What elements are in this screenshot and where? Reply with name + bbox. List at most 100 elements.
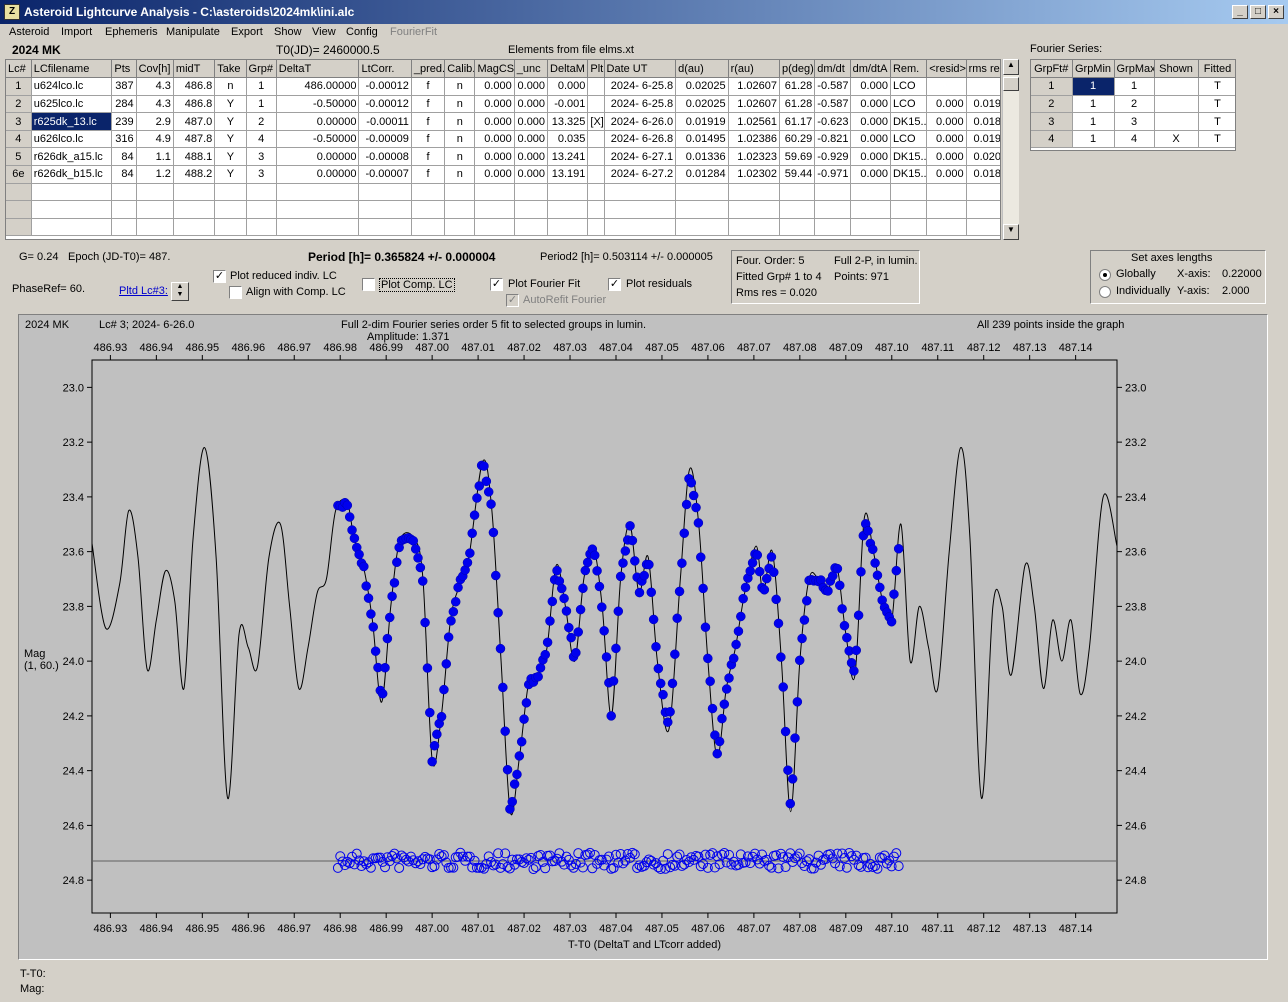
globally-radio[interactable] (1099, 269, 1111, 281)
table-cell[interactable] (779, 183, 816, 202)
table-cell[interactable]: 61.28 (779, 77, 816, 96)
minimize-icon[interactable]: _ (1232, 5, 1248, 19)
table-cell[interactable]: 0.00000 (276, 147, 360, 167)
table-cell[interactable] (358, 218, 412, 237)
table-cell[interactable] (926, 183, 967, 202)
table-row[interactable]: 313 T (1031, 112, 1235, 131)
table-cell[interactable] (587, 95, 605, 114)
table-cell[interactable] (173, 218, 216, 237)
table-cell[interactable] (246, 218, 277, 237)
table-cell[interactable]: 4 (1114, 130, 1155, 149)
lc-col-header[interactable]: midT (173, 60, 216, 79)
table-cell[interactable]: LCO (890, 130, 928, 149)
table-cell[interactable] (587, 165, 605, 184)
table-row[interactable]: 414XT (1031, 130, 1235, 149)
table-cell[interactable]: 0.000 (850, 77, 891, 96)
table-cell[interactable] (779, 218, 816, 237)
table-cell[interactable]: Y (214, 112, 247, 131)
table-cell[interactable]: LCO (890, 77, 928, 96)
row-header[interactable]: 3 (1031, 112, 1073, 131)
table-cell[interactable] (474, 183, 515, 202)
table-cell[interactable] (604, 218, 677, 237)
table-cell[interactable]: 1 (1072, 77, 1115, 96)
table-cell[interactable] (276, 200, 360, 219)
table-cell[interactable] (214, 200, 247, 219)
empty-row[interactable] (6, 183, 1000, 202)
table-cell[interactable]: 1 (246, 77, 277, 96)
table-cell[interactable]: r626dk_b15.lc (31, 165, 113, 184)
row-header[interactable]: 3 (6, 112, 32, 131)
table-cell[interactable]: 61.28 (779, 95, 816, 114)
table-cell[interactable]: n (444, 77, 476, 96)
table-cell[interactable]: 0.00000 (276, 112, 360, 131)
table-cell[interactable]: 0.000 (850, 165, 891, 184)
table-cell[interactable]: -0.001 (547, 95, 589, 114)
table-cell[interactable]: 4.3 (136, 77, 174, 96)
lc-col-header[interactable]: Lc# (6, 60, 32, 79)
menu-export[interactable]: Export (231, 26, 263, 38)
table-cell[interactable]: DK15.. (890, 112, 928, 131)
table-cell[interactable]: 0.000 (850, 112, 891, 131)
lc-col-header[interactable]: <resid> (926, 60, 967, 79)
table-cell[interactable]: 0.000 (474, 147, 515, 167)
table-cell[interactable]: 0.000 (850, 130, 891, 149)
table-cell[interactable] (890, 183, 928, 202)
lc-col-header[interactable]: d(au) (675, 60, 729, 79)
table-cell[interactable]: -0.821 (814, 130, 851, 149)
table-cell[interactable]: -0.00008 (358, 147, 412, 167)
table-cell[interactable]: 1 (1072, 130, 1115, 149)
table-cell[interactable]: T (1198, 130, 1235, 149)
maximize-icon[interactable]: □ (1250, 5, 1266, 19)
table-cell[interactable] (136, 183, 174, 202)
table-cell[interactable]: 2 (246, 112, 277, 131)
table-cell[interactable]: T (1198, 95, 1235, 114)
close-icon[interactable]: × (1268, 5, 1284, 19)
table-cell[interactable]: 0.000 (850, 95, 891, 114)
table-cell[interactable] (276, 218, 360, 237)
table-cell[interactable] (814, 200, 851, 219)
menu-view[interactable]: View (312, 26, 336, 38)
table-cell[interactable] (728, 218, 781, 237)
table-cell[interactable]: u624lco.lc (31, 77, 113, 96)
table-cell[interactable] (675, 183, 729, 202)
table-cell[interactable]: f (411, 165, 446, 184)
lc-col-header[interactable]: _pred. (411, 60, 446, 79)
table-cell[interactable] (514, 183, 549, 202)
table-cell[interactable]: 486.00000 (276, 77, 360, 96)
table-cell[interactable]: 0.000 (474, 112, 515, 131)
table-cell[interactable]: f (411, 95, 446, 114)
menu-config[interactable]: Config (346, 26, 378, 38)
table-cell[interactable]: 1.02302 (728, 165, 781, 184)
table-cell[interactable] (779, 200, 816, 219)
table-cell[interactable]: f (411, 77, 446, 96)
table-cell[interactable] (444, 200, 476, 219)
table-cell[interactable]: 13.241 (547, 147, 589, 167)
table-cell[interactable]: 0.000 (514, 77, 549, 96)
table-cell[interactable]: DK15.. (890, 165, 928, 184)
lc-col-header[interactable]: DeltaM (547, 60, 589, 79)
table-cell[interactable] (136, 200, 174, 219)
table-cell[interactable]: 2024- 6-25.8 (604, 95, 677, 114)
table-cell[interactable]: 2024- 6-25.8 (604, 77, 677, 96)
table-cell[interactable] (547, 200, 589, 219)
table-cell[interactable]: n (444, 130, 476, 149)
table-cell[interactable] (675, 200, 729, 219)
table-cell[interactable]: 239 (111, 112, 137, 131)
table-cell[interactable]: -0.623 (814, 112, 851, 131)
table-cell[interactable]: 13.325 (547, 112, 589, 131)
table-cell[interactable]: 4.3 (136, 95, 174, 114)
lc-col-header[interactable]: Grp# (246, 60, 277, 79)
table-cell[interactable] (6, 183, 32, 202)
table-cell[interactable]: 84 (111, 147, 137, 167)
table-cell[interactable]: 0.000 (926, 112, 967, 131)
table-cell[interactable]: 487.8 (173, 130, 216, 149)
table-cell[interactable]: 0.000 (514, 165, 549, 184)
table-cell[interactable]: 0.01919 (675, 112, 729, 131)
table-cell[interactable]: 1.02607 (728, 95, 781, 114)
table-cell[interactable]: -0.50000 (276, 130, 360, 149)
table-cell[interactable]: n (444, 95, 476, 114)
table-cell[interactable]: [X] (587, 112, 605, 131)
yaxis-value[interactable]: 2.000 (1222, 285, 1250, 297)
table-cell[interactable] (411, 218, 446, 237)
table-cell[interactable]: 0.000 (926, 165, 967, 184)
